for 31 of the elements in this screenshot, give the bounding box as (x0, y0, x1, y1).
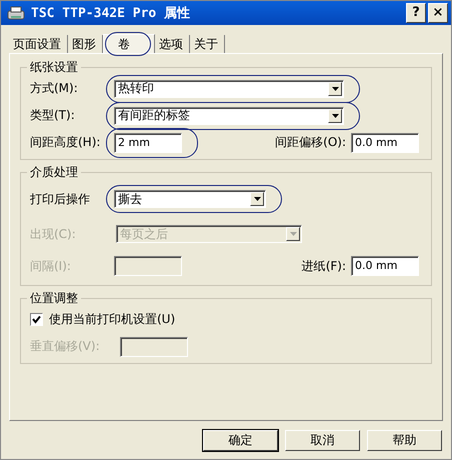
checkbox[interactable] (30, 313, 43, 326)
tab[interactable]: 卷 (103, 34, 155, 53)
input-field[interactable]: 0.0 mm (351, 256, 419, 276)
field-label: 方式(M): (30, 80, 79, 97)
field-label: 间距高度(H): (30, 134, 102, 151)
dialog-button[interactable]: 确定 (203, 430, 278, 451)
help-button[interactable]: ? (406, 3, 426, 23)
field-label: 类型(T): (30, 107, 76, 124)
field-label: 出现(C): (30, 226, 77, 242)
dropdown[interactable]: 有间距的标签 (114, 106, 344, 124)
dropdown[interactable]: 热转印 (114, 80, 344, 98)
tab[interactable]: 页面设置 (9, 35, 68, 53)
group-title: 介质处理 (27, 165, 81, 179)
printer-icon (7, 5, 25, 21)
field-label: 打印后操作 (30, 190, 91, 208)
group-title: 位置调整 (27, 291, 81, 305)
field-label: 进纸(F): (302, 258, 346, 274)
input-field[interactable]: 0.0 mm (351, 132, 419, 152)
tab[interactable]: 关于 (190, 35, 225, 53)
group-title: 纸张设置 (27, 60, 81, 74)
dialog-button[interactable]: 帮助 (367, 430, 442, 451)
dialog-button[interactable]: 取消 (285, 430, 360, 451)
tab[interactable]: 选项 (155, 35, 190, 53)
checkbox-label: 使用当前打印机设置(U) (49, 311, 176, 328)
field-label: 垂直偏移(V): (30, 338, 101, 355)
close-button[interactable]: × (428, 3, 448, 23)
dropdown[interactable]: 撕去 (114, 190, 266, 208)
window-title: TSC TTP-342E Pro 属性 (31, 5, 192, 22)
field-label: 间隔(I): (30, 258, 72, 274)
field-label: 间距偏移(O): (275, 134, 346, 151)
input-field[interactable]: 2 mm (114, 132, 182, 152)
